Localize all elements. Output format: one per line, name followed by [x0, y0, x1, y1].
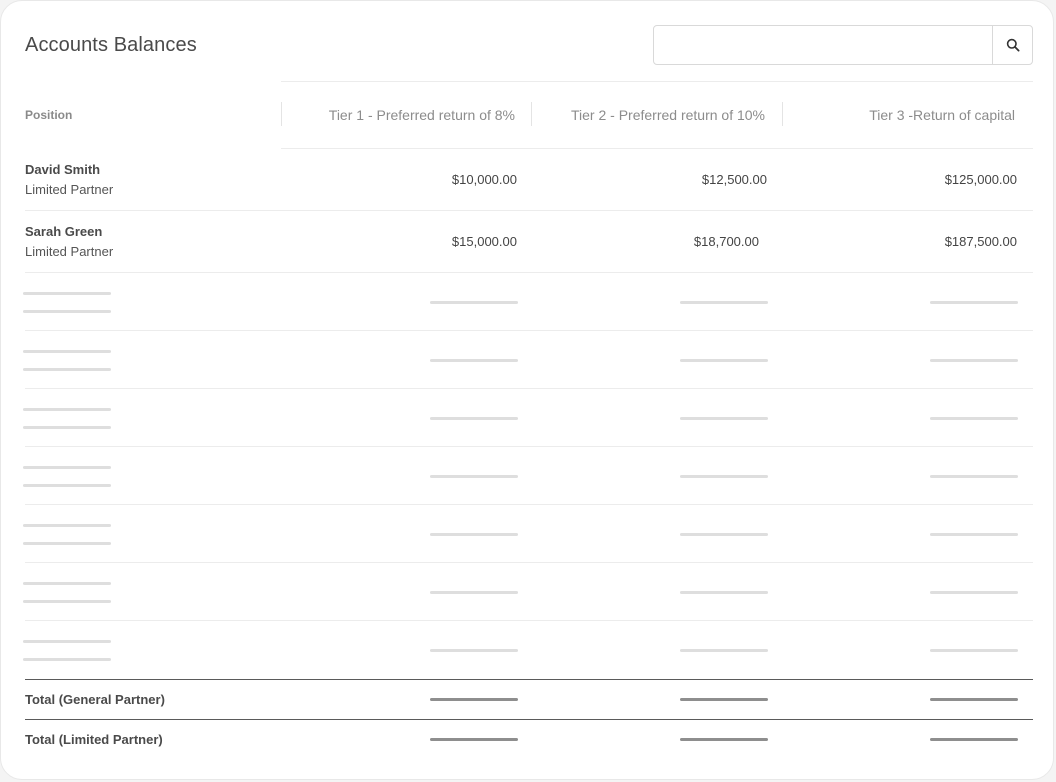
total-label: Total (Limited Partner) [25, 732, 163, 747]
skeleton-line [430, 649, 518, 652]
column-header-tier2[interactable]: Tier 2 - Preferred return of 10% [571, 107, 765, 123]
column-separator [281, 102, 282, 126]
skeleton-total-value [680, 738, 768, 741]
page-title: Accounts Balances [25, 34, 197, 56]
row-tier1-value: $10,000.00 [451, 172, 517, 187]
skeleton-line [930, 591, 1018, 594]
skeleton-line [430, 533, 518, 536]
skeleton-total-value [430, 698, 518, 701]
skeleton-row [23, 505, 1033, 563]
skeleton-line [23, 600, 111, 603]
search-icon [1006, 38, 1020, 52]
skeleton-line [23, 292, 111, 295]
skeleton-line [930, 475, 1018, 478]
skeleton-line [23, 658, 111, 661]
column-header-tier3[interactable]: Tier 3 -Return of capital [869, 107, 1015, 123]
skeleton-row [23, 389, 1033, 447]
table-header: Position Tier 1 - Preferred return of 8%… [1, 82, 1055, 148]
skeleton-row [23, 447, 1033, 505]
skeleton-total-value [430, 738, 518, 741]
column-separator [531, 102, 532, 126]
skeleton-line [680, 591, 768, 594]
skeleton-line [930, 301, 1018, 304]
skeleton-line [430, 359, 518, 362]
skeleton-line [23, 408, 111, 411]
row-tier3-value: $187,500.00 [944, 234, 1017, 249]
skeleton-line [680, 301, 768, 304]
skeleton-line [23, 466, 111, 469]
skeleton-total-value [930, 698, 1018, 701]
row-tier2-value: $18,700.00 [693, 234, 759, 249]
column-separator [782, 102, 783, 126]
skeleton-row [23, 621, 1033, 679]
column-header-position: Position [25, 108, 73, 122]
skeleton-line [680, 475, 768, 478]
skeleton-line [680, 649, 768, 652]
table-row[interactable]: Sarah Green Limited Partner $15,000.00 $… [25, 211, 1033, 273]
skeleton-line [430, 301, 518, 304]
accounts-balances-card: Accounts Balances Position Tier 1 - Pref… [0, 0, 1054, 780]
skeleton-line [680, 359, 768, 362]
skeleton-row [23, 331, 1033, 389]
total-label: Total (General Partner) [25, 692, 165, 707]
skeleton-line [23, 368, 111, 371]
skeleton-line [430, 417, 518, 420]
row-name: Sarah Green [25, 224, 103, 239]
skeleton-total-value [680, 698, 768, 701]
skeleton-line [23, 640, 111, 643]
skeleton-line [23, 524, 111, 527]
row-name: David Smith [25, 162, 101, 177]
skeleton-line [930, 533, 1018, 536]
skeleton-line [680, 533, 768, 536]
search-input[interactable] [654, 26, 992, 64]
total-row-general-partner: Total (General Partner) [25, 679, 1033, 719]
skeleton-line [23, 484, 111, 487]
skeleton-line [430, 475, 518, 478]
search-box [653, 25, 1033, 65]
skeleton-line [930, 359, 1018, 362]
row-role: Limited Partner [25, 244, 114, 259]
row-tier1-value: $15,000.00 [451, 234, 517, 249]
skeleton-row [23, 563, 1033, 621]
skeleton-line [680, 417, 768, 420]
column-header-tier1[interactable]: Tier 1 - Preferred return of 8% [329, 107, 515, 123]
skeleton-line [23, 582, 111, 585]
skeleton-line [430, 591, 518, 594]
skeleton-line [23, 542, 111, 545]
total-row-limited-partner: Total (Limited Partner) [25, 719, 1033, 759]
skeleton-line [930, 417, 1018, 420]
skeleton-line [23, 310, 111, 313]
search-button[interactable] [992, 26, 1032, 64]
row-tier3-value: $125,000.00 [944, 172, 1017, 187]
skeleton-line [930, 649, 1018, 652]
row-role: Limited Partner [25, 182, 114, 197]
skeleton-line [23, 426, 111, 429]
table-row[interactable]: David Smith Limited Partner $10,000.00 $… [25, 149, 1033, 211]
skeleton-row [23, 273, 1033, 331]
skeleton-line [23, 350, 111, 353]
skeleton-total-value [930, 738, 1018, 741]
row-tier2-value: $12,500.00 [701, 172, 767, 187]
